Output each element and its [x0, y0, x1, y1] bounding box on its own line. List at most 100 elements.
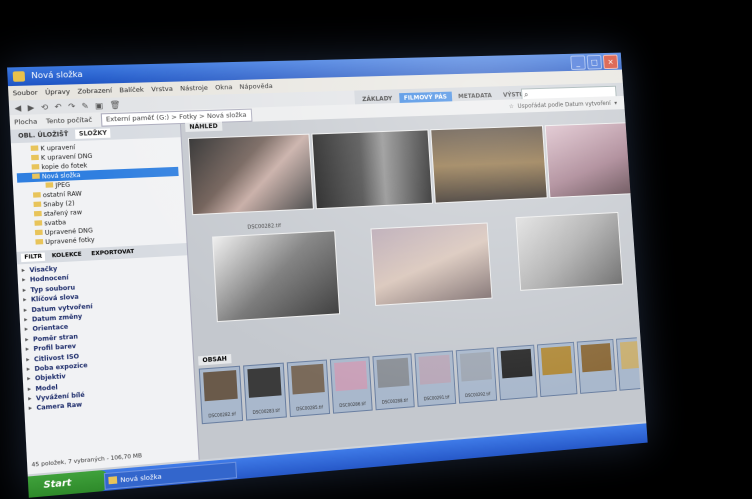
filmstrip-item[interactable]: DSC00291.tif: [414, 350, 457, 407]
breadcrumb-drive[interactable]: Externí paměť (G:): [106, 113, 170, 123]
filmstrip-item[interactable]: [576, 338, 617, 394]
menu-zobrazeni[interactable]: Zobrazení: [77, 83, 112, 98]
preview-photo[interactable]: [311, 129, 433, 210]
rotate-left-icon[interactable]: ↶: [54, 102, 62, 111]
filmstrip-filename: DSC00291.tif: [423, 394, 450, 402]
preview-grid: DSC00282.tif: [186, 121, 636, 353]
favorites-button[interactable]: Plocha: [14, 114, 38, 129]
menu-balicek[interactable]: Balíček: [119, 82, 144, 97]
window-title: Nová složka: [31, 69, 83, 81]
folder-icon: [32, 173, 40, 179]
refine-icon[interactable]: ✎: [81, 101, 89, 110]
preview-photo[interactable]: [370, 222, 493, 306]
menu-napoveda[interactable]: Nápověda: [239, 79, 273, 94]
filmstrip-thumb: [580, 343, 612, 373]
preview-photo[interactable]: [544, 122, 632, 199]
tab-exportovat[interactable]: EXPORTOVAT: [88, 248, 138, 259]
folder-label: Nová složka: [41, 171, 81, 181]
monitor-screen: Nová složka _ □ × Soubor Úpravy Zobrazen…: [7, 52, 648, 498]
filmstrip: DSC00282.tif DSC00283.tif DSC00285.tif DSC0…: [198, 337, 641, 426]
preview-photo[interactable]: [212, 230, 341, 323]
menu-soubor[interactable]: Soubor: [12, 85, 38, 100]
filmstrip-filename: DSC00286.tif: [339, 401, 366, 409]
preview-photo[interactable]: [430, 125, 548, 204]
tab-filtr[interactable]: FILTR: [20, 252, 46, 263]
folder-icon: [34, 220, 43, 226]
filmstrip-thumb: [203, 370, 238, 402]
filmstrip-filename: DSC00282.tif: [208, 411, 236, 419]
folder-icon: [30, 145, 39, 151]
film-label: OBSAH: [198, 354, 232, 366]
filmstrip-item[interactable]: [615, 337, 641, 391]
chevron-down-icon[interactable]: ▾: [614, 100, 617, 107]
menu-upravy[interactable]: Úpravy: [45, 84, 71, 99]
filmstrip-item[interactable]: DSC00282.tif: [198, 365, 244, 425]
folder-label: ostatní RAW: [42, 190, 82, 200]
rotate-right-icon[interactable]: ↷: [68, 101, 76, 110]
filmstrip-thumb: [500, 348, 533, 379]
computer-button[interactable]: Tento počítač: [46, 113, 93, 129]
breadcrumb-current[interactable]: Nová složka: [207, 111, 247, 120]
filmstrip-item[interactable]: DSC00283.tif: [243, 362, 287, 421]
filmstrip-thumb: [334, 360, 368, 392]
filmstrip-item[interactable]: [496, 344, 538, 401]
filmstrip-item[interactable]: DSC00285.tif: [286, 359, 331, 418]
left-panel: OBL. ÚLOŽIŠŤ SLOŽKY K upravení K upravení…: [10, 124, 200, 475]
filmstrip-thumb: [459, 351, 492, 382]
folder-label: Upravené fotky: [45, 236, 95, 247]
folder-tree: K upravení K upravení DNG kopie do fotek No…: [11, 137, 186, 248]
start-button[interactable]: Start: [27, 469, 110, 498]
open-icon[interactable]: ▣: [95, 100, 103, 109]
folder-icon: [33, 201, 42, 208]
folder-label: Snaby (2): [43, 200, 75, 209]
preview-photo[interactable]: [515, 211, 624, 291]
star-icon[interactable]: ☆: [509, 103, 514, 110]
filmstrip-filename: DSC00288.tif: [381, 397, 408, 405]
preview-photo[interactable]: [187, 133, 314, 216]
close-icon[interactable]: ×: [602, 54, 619, 70]
back-icon[interactable]: ◀: [14, 103, 21, 113]
filmstrip-item[interactable]: DSC00288.tif: [372, 353, 415, 411]
filmstrip-item[interactable]: [536, 341, 578, 398]
filmstrip-thumb: [247, 366, 282, 398]
filmstrip-thumb: [540, 345, 573, 376]
maximize-icon[interactable]: □: [586, 54, 603, 70]
folder-icon: [33, 210, 42, 217]
folder-icon: [32, 192, 41, 198]
app-icon: [12, 71, 26, 82]
filmstrip-filename: DSC00292.tif: [464, 391, 491, 399]
filmstrip-filename: [622, 383, 641, 385]
folder-icon: [45, 182, 54, 188]
folder-icon: [31, 154, 39, 161]
minimize-icon[interactable]: _: [570, 55, 586, 70]
folder-label: kopie do fotek: [41, 162, 88, 172]
tab-folders[interactable]: SLOŽKY: [75, 128, 111, 139]
folder-label: svatba: [44, 219, 67, 228]
filmstrip-filename: [583, 386, 614, 388]
forward-icon[interactable]: ▶: [27, 103, 34, 113]
filmstrip-thumb: [291, 363, 325, 395]
folder-label: stařený raw: [43, 209, 83, 219]
folder-icon: [34, 229, 43, 236]
folder-label: K upravení: [40, 144, 76, 153]
tab-kolekce[interactable]: KOLEKCE: [48, 250, 85, 260]
tab-nahled[interactable]: NÁHLED: [185, 121, 223, 132]
recent-icon[interactable]: ⟲: [41, 102, 49, 112]
breadcrumb-folder[interactable]: Fotky: [179, 112, 197, 121]
filmstrip-thumb: [376, 357, 410, 388]
menu-nastroje[interactable]: Nástroje: [180, 81, 209, 96]
folder-icon: [31, 164, 40, 170]
filmstrip-item[interactable]: DSC00286.tif: [329, 356, 373, 414]
filter-list: VisačkyHodnoceníTyp souboruKlíčová slova…: [17, 255, 195, 417]
folder-icon: [35, 238, 44, 245]
folder-label: JPEG: [55, 181, 71, 190]
tab-favorites[interactable]: OBL. ÚLOŽIŠŤ: [15, 130, 72, 141]
filmstrip-filename: [543, 389, 575, 392]
filmstrip-thumb: [418, 354, 452, 385]
delete-icon[interactable]: 🗑: [109, 100, 120, 110]
menu-okna[interactable]: Okna: [215, 80, 233, 95]
menu-vrstva[interactable]: Vrstva: [151, 82, 173, 97]
filmstrip-filename: DSC00285.tif: [296, 404, 324, 412]
filmstrip-thumb: [619, 340, 641, 370]
filmstrip-item[interactable]: DSC00292.tif: [455, 347, 498, 404]
